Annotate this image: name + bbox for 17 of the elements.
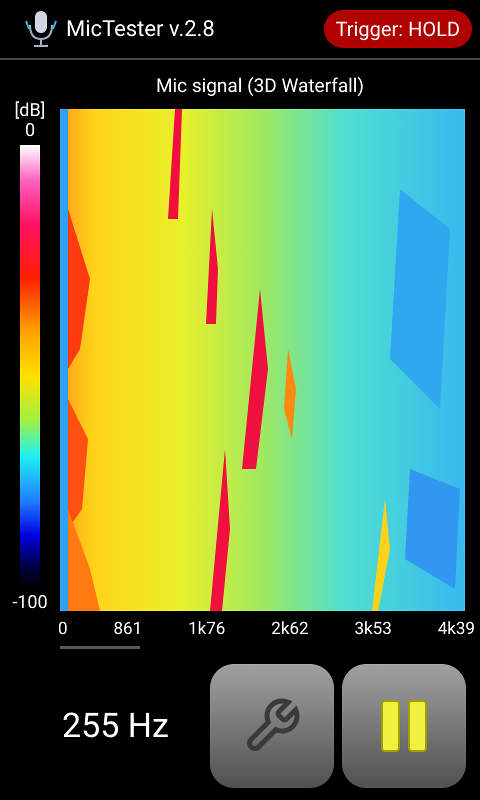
scale-unit: [dB] (14, 100, 46, 120)
frequency-readout: 255 Hz (62, 704, 169, 748)
axis-label: 3k53 (354, 618, 392, 640)
microphone-icon (24, 9, 58, 49)
trigger-button[interactable]: Trigger: HOLD (324, 10, 472, 48)
pause-icon (379, 698, 429, 754)
chart-title: Mic signal (3D Waterfall) (154, 73, 366, 99)
axis-label: 861 (113, 618, 142, 640)
settings-button[interactable] (210, 664, 334, 788)
axis-label: 1k76 (188, 618, 226, 640)
axis-label: 4k39 (438, 618, 475, 640)
axis-label: 0 (58, 618, 68, 640)
app-title: MicTester v.2.8 (66, 16, 215, 44)
scale-min: -100 (12, 592, 48, 612)
axis-label: 2k62 (271, 618, 309, 640)
scale-max: 0 (24, 120, 36, 140)
pause-button[interactable] (342, 664, 466, 788)
